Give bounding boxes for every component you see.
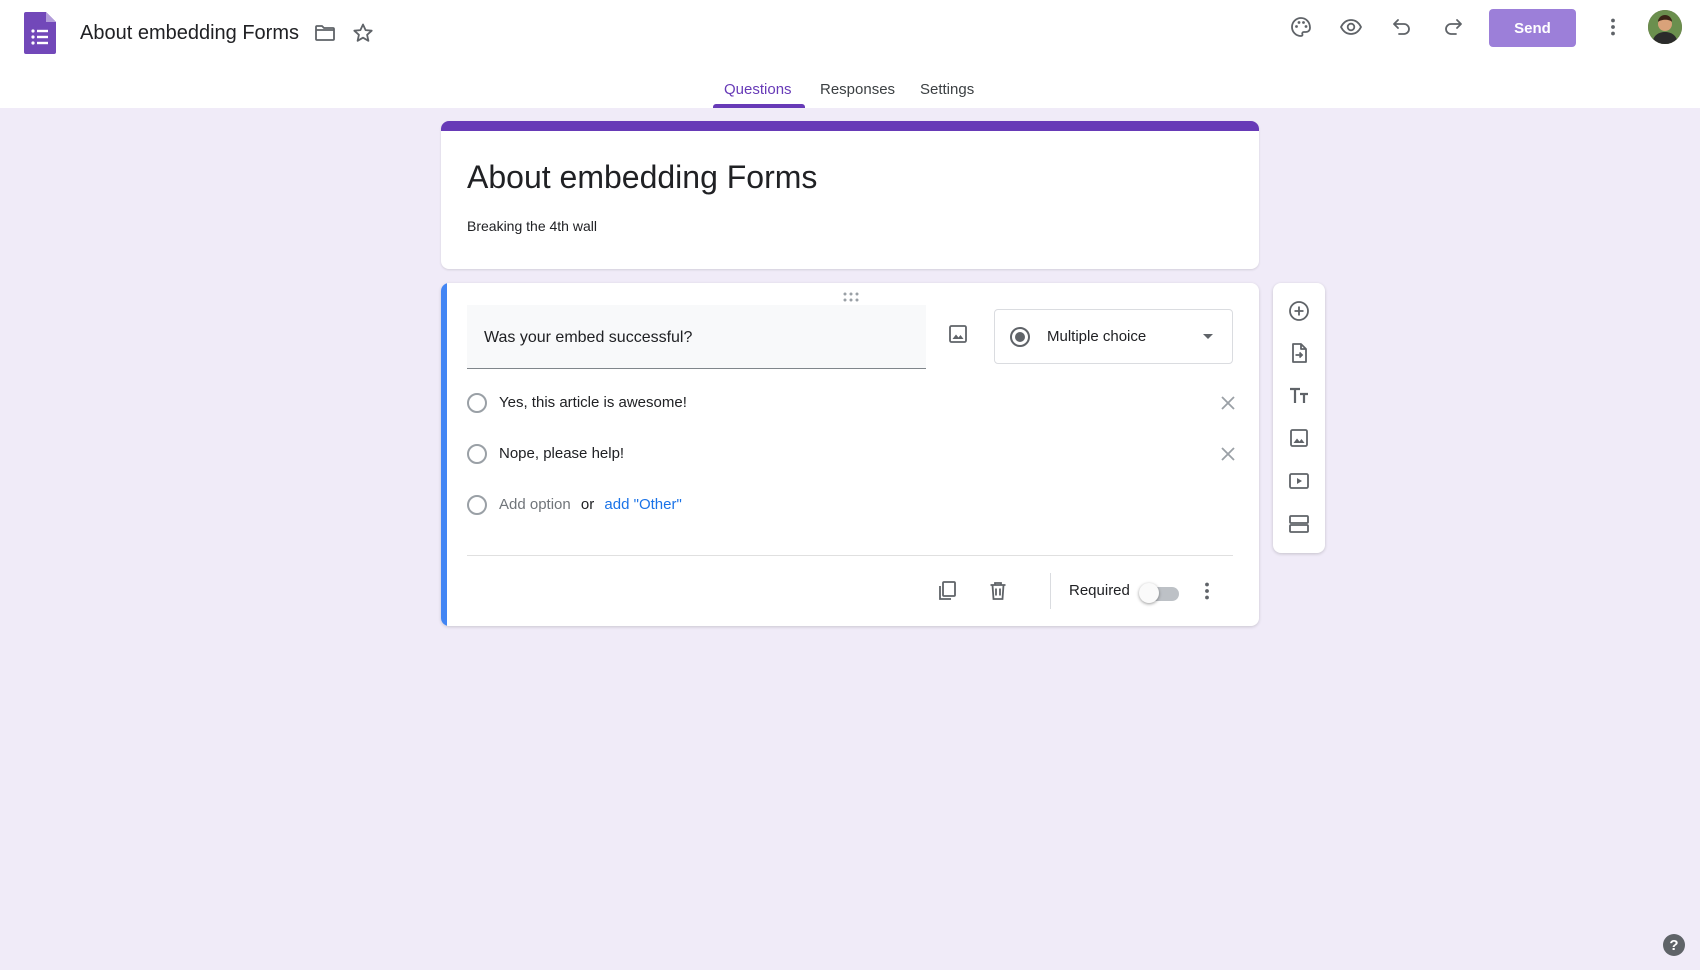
or-text: or — [580, 496, 595, 513]
palette-icon[interactable] — [1285, 11, 1317, 43]
tab-settings[interactable]: Settings — [920, 80, 974, 100]
tab-questions[interactable]: Questions — [724, 80, 792, 100]
chevron-down-icon — [1203, 334, 1213, 339]
duplicate-icon[interactable] — [931, 575, 963, 607]
more-vert-icon[interactable] — [1597, 11, 1629, 43]
redo-icon[interactable] — [1437, 11, 1469, 43]
image-icon[interactable] — [1283, 422, 1315, 454]
forms-logo-icon[interactable] — [24, 12, 56, 54]
active-question-indicator — [441, 283, 447, 626]
question-title-input[interactable]: Was your embed successful? — [467, 305, 926, 369]
radio-icon — [467, 393, 487, 413]
question-card[interactable]: Was your embed successful? Multiple choi… — [441, 283, 1259, 626]
send-button[interactable]: Send — [1489, 9, 1576, 47]
radio-icon — [467, 444, 487, 464]
question-type-label: Multiple choice — [1047, 328, 1147, 345]
question-type-dropdown[interactable]: Multiple choice — [994, 309, 1233, 364]
image-icon[interactable] — [941, 317, 975, 351]
import-questions-icon[interactable] — [1283, 337, 1315, 369]
tab-responses[interactable]: Responses — [820, 80, 895, 100]
theme-color-bar — [441, 121, 1259, 131]
form-title[interactable]: About embedding Forms — [467, 157, 817, 197]
help-button[interactable]: ? — [1663, 934, 1685, 956]
option-row[interactable]: Nope, please help! — [467, 442, 1237, 466]
add-option-row: Add option or add "Other" — [467, 493, 1237, 517]
active-tab-indicator — [713, 104, 805, 108]
radio-icon — [467, 495, 487, 515]
required-label: Required — [1069, 582, 1130, 599]
undo-icon[interactable] — [1386, 11, 1418, 43]
star-icon[interactable] — [347, 17, 379, 49]
tab-bar: Questions Responses Settings — [0, 72, 1700, 108]
add-option-button[interactable]: Add option — [499, 496, 571, 513]
add-question-icon[interactable] — [1283, 295, 1315, 327]
app-header: About embedding Forms Send Questions Res… — [0, 0, 1700, 108]
form-title-card[interactable]: About embedding Forms Breaking the 4th w… — [441, 121, 1259, 269]
folder-icon[interactable] — [309, 17, 341, 49]
video-icon[interactable] — [1283, 465, 1315, 497]
more-vert-icon[interactable] — [1191, 575, 1223, 607]
delete-icon[interactable] — [982, 575, 1014, 607]
required-toggle[interactable] — [1139, 581, 1181, 605]
form-description[interactable]: Breaking the 4th wall — [467, 218, 597, 234]
title-text-icon[interactable] — [1283, 380, 1315, 412]
option-label[interactable]: Nope, please help! — [499, 445, 624, 462]
question-toolbar — [1273, 283, 1325, 553]
section-icon[interactable] — [1283, 508, 1315, 540]
remove-option-icon[interactable] — [1216, 442, 1240, 466]
avatar[interactable] — [1648, 10, 1682, 44]
eye-icon[interactable] — [1335, 11, 1367, 43]
remove-option-icon[interactable] — [1216, 391, 1240, 415]
drag-handle-icon[interactable] — [841, 291, 861, 303]
option-label[interactable]: Yes, this article is awesome! — [499, 394, 687, 411]
radio-button-checked-icon — [1009, 326, 1031, 348]
document-title[interactable]: About embedding Forms — [80, 20, 299, 46]
add-other-link[interactable]: add "Other" — [604, 496, 681, 513]
question-title-text: Was your embed successful? — [484, 329, 693, 346]
option-row[interactable]: Yes, this article is awesome! — [467, 391, 1237, 415]
footer-separator — [1050, 573, 1051, 609]
footer-divider — [467, 555, 1233, 556]
